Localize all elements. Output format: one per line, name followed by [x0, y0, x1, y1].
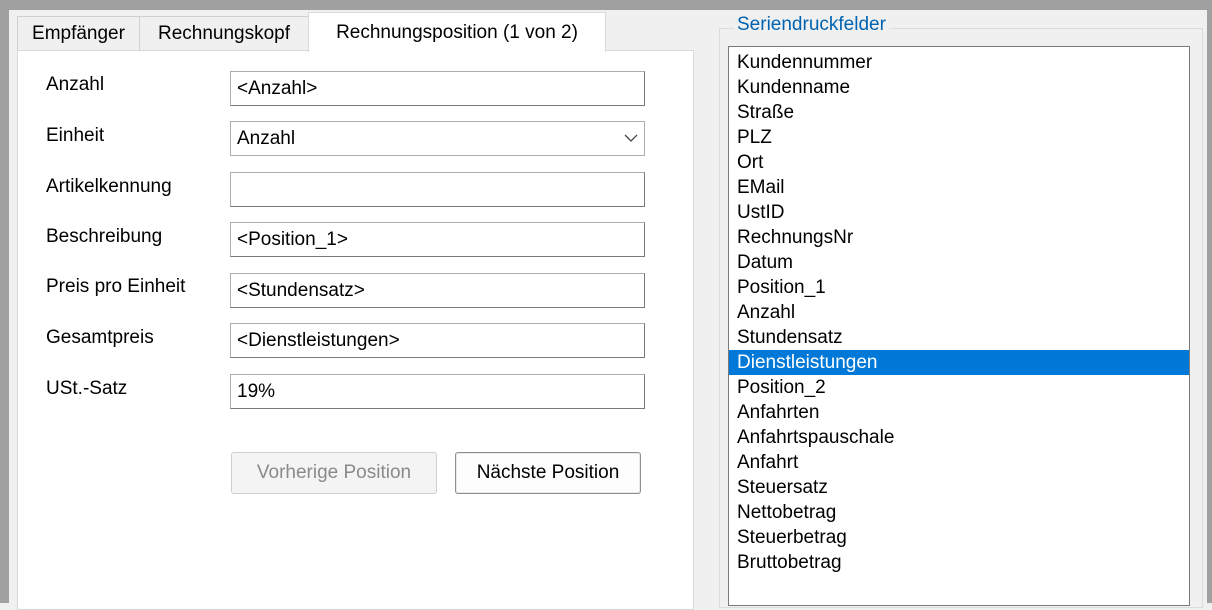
- window-frame-left: [0, 0, 9, 603]
- seriendruckfelder-title: Seriendruckfelder: [734, 14, 889, 36]
- list-item[interactable]: EMail: [729, 175, 1189, 200]
- list-item[interactable]: Kundenname: [729, 75, 1189, 100]
- preis-label: Preis pro Einheit: [46, 276, 186, 297]
- list-item[interactable]: Nettobetrag: [729, 500, 1189, 525]
- ust-label: USt.-Satz: [46, 378, 128, 399]
- previous-position-button[interactable]: Vorherige Position: [231, 452, 437, 494]
- list-item[interactable]: Datum: [729, 250, 1189, 275]
- einheit-label: Einheit: [46, 125, 105, 146]
- artikelkennung-input[interactable]: [230, 172, 645, 207]
- list-item[interactable]: Anfahrten: [729, 400, 1189, 425]
- list-item[interactable]: Position_2: [729, 375, 1189, 400]
- list-item[interactable]: Ort: [729, 150, 1189, 175]
- list-item[interactable]: Position_1: [729, 275, 1189, 300]
- anzahl-input[interactable]: [230, 71, 645, 106]
- ust-input[interactable]: [230, 374, 645, 409]
- list-item[interactable]: Anzahl: [729, 300, 1189, 325]
- list-item[interactable]: Anfahrt: [729, 450, 1189, 475]
- next-position-button[interactable]: Nächste Position: [455, 452, 641, 494]
- list-item[interactable]: Steuersatz: [729, 475, 1189, 500]
- list-item[interactable]: Bruttobetrag: [729, 550, 1189, 575]
- anzahl-label: Anzahl: [46, 74, 105, 95]
- tab-rechnungsposition[interactable]: Rechnungsposition (1 von 2): [308, 12, 606, 52]
- gesamtpreis-label: Gesamtpreis: [46, 327, 154, 348]
- einheit-dropdown[interactable]: Anzahl: [230, 121, 645, 156]
- tab-empfaenger[interactable]: Empfänger: [17, 16, 140, 50]
- window-frame-right: [1207, 0, 1212, 603]
- list-item[interactable]: RechnungsNr: [729, 225, 1189, 250]
- seriendruckfelder-list[interactable]: Kundennummer Kundenname Straße PLZ Ort EMail U…: [728, 46, 1190, 606]
- artikelkennung-label: Artikelkennung: [46, 176, 172, 197]
- list-item[interactable]: PLZ: [729, 125, 1189, 150]
- list-item[interactable]: Stundensatz: [729, 325, 1189, 350]
- chevron-down-icon[interactable]: [618, 134, 644, 143]
- list-item[interactable]: Anfahrtspauschale: [729, 425, 1189, 450]
- list-item[interactable]: Kundennummer: [729, 50, 1189, 75]
- gesamtpreis-input[interactable]: [230, 323, 645, 358]
- einheit-selected-value: Anzahl: [237, 128, 296, 149]
- preis-input[interactable]: [230, 273, 645, 308]
- list-item[interactable]: Steuerbetrag: [729, 525, 1189, 550]
- list-item[interactable]: Straße: [729, 100, 1189, 125]
- beschreibung-label: Beschreibung: [46, 226, 163, 247]
- tab-rechnungskopf[interactable]: Rechnungskopf: [139, 16, 309, 50]
- list-item[interactable]: UstID: [729, 200, 1189, 225]
- list-item[interactable]: Dienstleistungen: [729, 350, 1189, 375]
- beschreibung-input[interactable]: [230, 222, 645, 257]
- window-frame-top: [0, 0, 1212, 10]
